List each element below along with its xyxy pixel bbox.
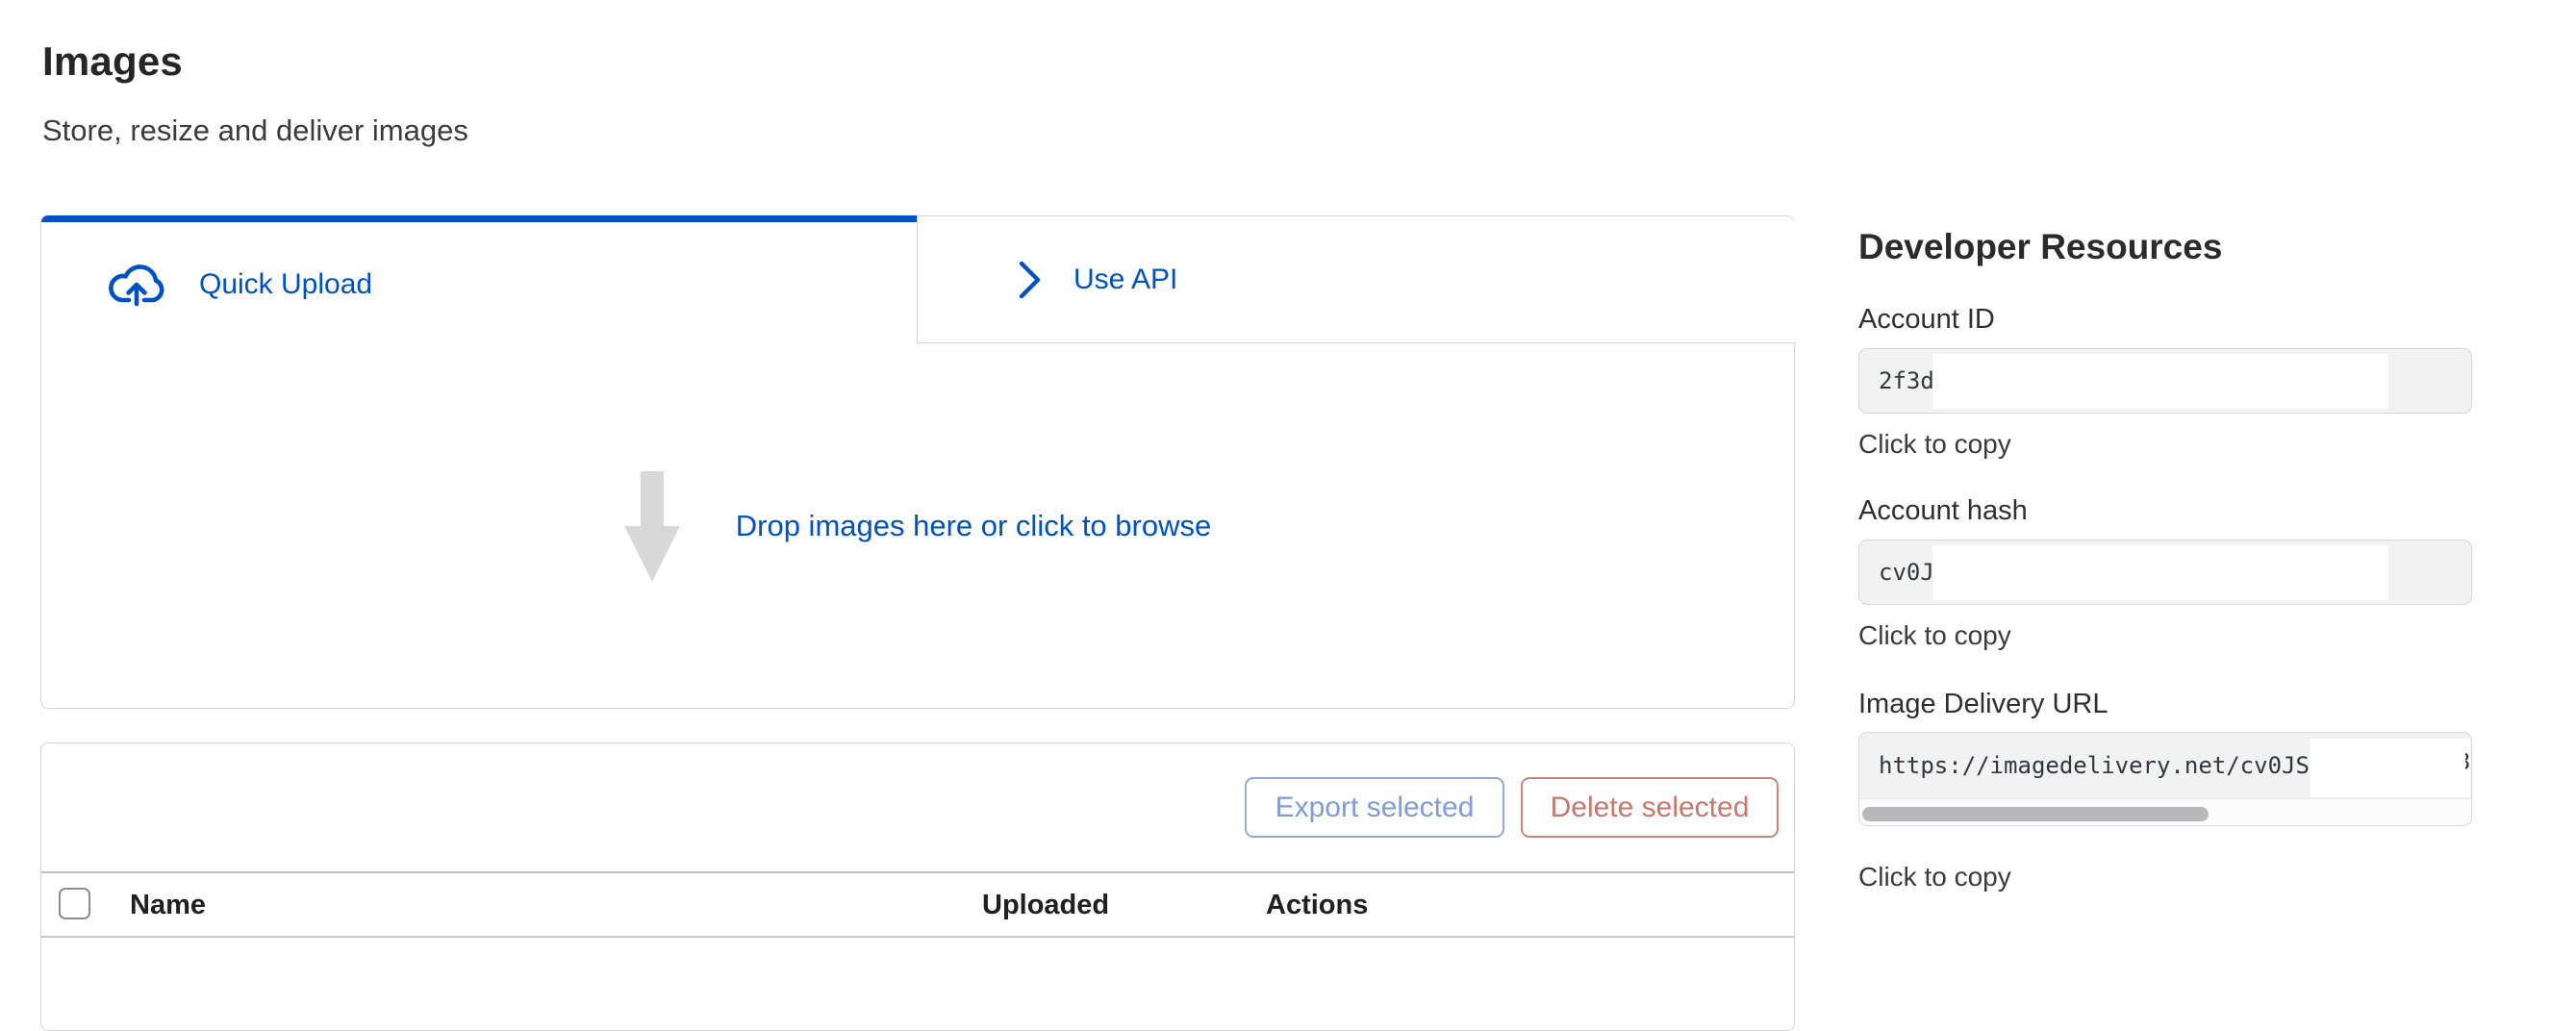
active-tab-indicator bbox=[41, 215, 917, 222]
tab-use-api-label: Use API bbox=[1073, 264, 1177, 296]
column-header-uploaded: Uploaded bbox=[982, 890, 1109, 921]
cloud-upload-icon bbox=[106, 262, 167, 308]
account-id-copy-hint[interactable]: Click to copy bbox=[1858, 429, 2011, 460]
select-all-checkbox[interactable] bbox=[59, 888, 90, 919]
image-delivery-url-field[interactable]: https://imagedelivery.net/cv0JSj 3 bbox=[1858, 732, 2472, 826]
account-id-label: Account ID bbox=[1858, 304, 1995, 336]
page-title: Images bbox=[42, 38, 183, 85]
down-arrow-icon bbox=[624, 471, 680, 582]
image-list-card: Export selected Delete selected Name Upl… bbox=[40, 742, 1795, 1031]
page-subtitle: Store, resize and deliver images bbox=[42, 113, 468, 148]
url-scrollbar-track bbox=[1859, 798, 2471, 826]
url-scrollbar-thumb[interactable] bbox=[1862, 807, 2209, 821]
account-id-field[interactable]: 2f3d bbox=[1858, 348, 2472, 414]
image-delivery-url-clipped-char: 3 bbox=[2465, 748, 2472, 781]
image-dropzone[interactable]: Drop images here or click to browse bbox=[41, 343, 1794, 709]
account-hash-redaction bbox=[1932, 545, 2388, 600]
account-hash-field[interactable]: cv0J bbox=[1858, 540, 2472, 605]
table-header-divider-bottom bbox=[41, 936, 1794, 938]
account-id-redaction bbox=[1932, 354, 2388, 409]
column-header-actions: Actions bbox=[1266, 890, 1368, 921]
table-header-divider-top bbox=[41, 871, 1794, 873]
upload-card: Quick Upload Use API Drop images here or… bbox=[40, 215, 1795, 709]
image-delivery-url-label: Image Delivery URL bbox=[1858, 689, 2108, 720]
export-selected-button[interactable]: Export selected bbox=[1245, 777, 1504, 838]
image-delivery-url-redaction bbox=[2311, 739, 2470, 797]
dropzone-label: Drop images here or click to browse bbox=[736, 509, 1211, 543]
tab-use-api[interactable]: Use API bbox=[917, 215, 1796, 343]
column-header-name: Name bbox=[130, 890, 206, 921]
tab-quick-upload[interactable]: Quick Upload bbox=[41, 222, 917, 343]
tab-quick-upload-label: Quick Upload bbox=[199, 268, 372, 301]
developer-resources-heading: Developer Resources bbox=[1858, 227, 2222, 267]
image-delivery-url-copy-hint[interactable]: Click to copy bbox=[1858, 862, 2011, 893]
account-hash-copy-hint[interactable]: Click to copy bbox=[1858, 620, 2011, 651]
delete-selected-button[interactable]: Delete selected bbox=[1521, 777, 1779, 838]
chevron-right-icon bbox=[1018, 260, 1043, 300]
account-hash-label: Account hash bbox=[1858, 495, 2028, 527]
